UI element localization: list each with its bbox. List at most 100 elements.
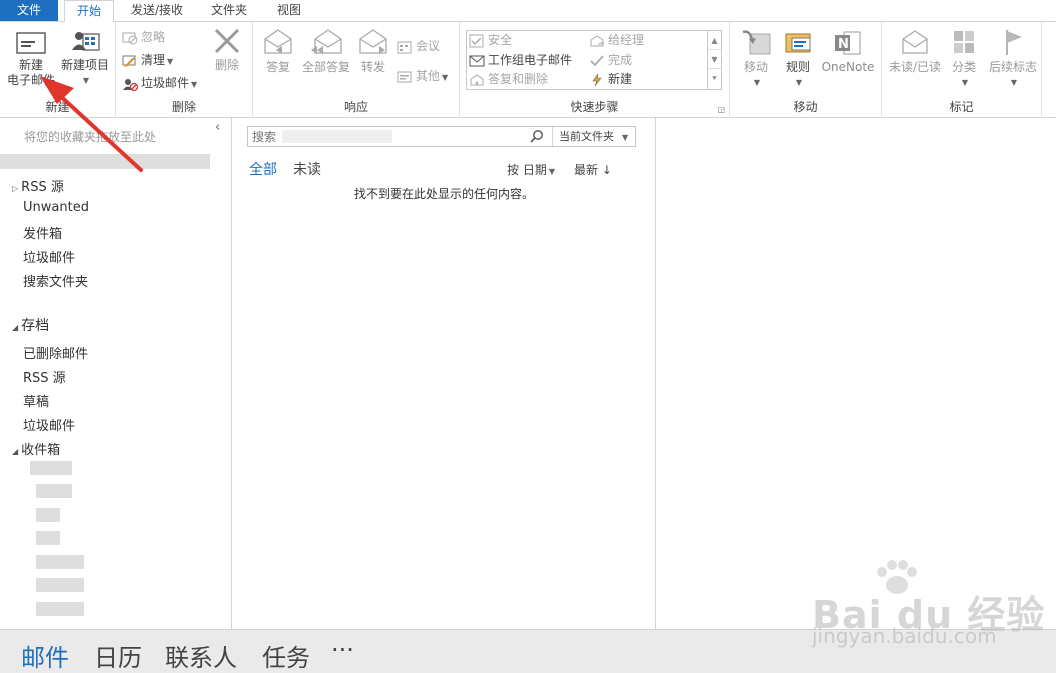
quick-step-new[interactable]: 新建 <box>589 70 632 88</box>
ribbon-group-move-label: 移动 <box>793 100 818 114</box>
onenote-button[interactable]: N OneNote <box>818 26 878 75</box>
sort-by-dropdown[interactable]: 按 日期 ▼ <box>507 161 555 178</box>
ribbon-group-delete-label: 删除 <box>171 100 196 114</box>
read-unread-icon <box>902 30 928 54</box>
read-unread-button[interactable]: 未读/已读 <box>884 26 946 75</box>
reply-label: 答复 <box>265 60 290 74</box>
archive-folder-header[interactable]: ◢ 存档 <box>12 315 49 335</box>
move-dropdown-icon: ▼ <box>753 78 761 87</box>
nav-contacts[interactable]: 联系人 <box>165 638 237 673</box>
collapse-icon[interactable]: ◢ <box>12 447 18 456</box>
quick-step-done[interactable]: 完成 <box>589 51 632 69</box>
folder-rss-feeds[interactable]: ▷ RSS 源 <box>12 176 64 195</box>
redacted-folder <box>36 484 72 498</box>
collapse-icon[interactable]: ◢ <box>12 323 18 332</box>
quick-steps-expand-icon[interactable]: ⯆ <box>708 69 721 88</box>
filter-unread-tab[interactable]: 未读 <box>293 159 321 179</box>
junk-icon <box>123 78 138 91</box>
archive-rss-feeds[interactable]: RSS 源 <box>23 367 66 386</box>
rules-button[interactable]: 规则 ▼ <box>778 26 818 90</box>
module-navigation-bar: 邮件 日历 联系人 任务 ··· <box>0 629 1056 673</box>
nav-calendar[interactable]: 日历 <box>94 638 142 673</box>
quick-steps-scrollbar[interactable]: ▲ ▼ ⯆ <box>707 31 721 89</box>
tab-file[interactable]: 文件 <box>0 0 58 21</box>
collapse-folder-pane-icon[interactable]: ‹ <box>215 120 220 135</box>
quick-steps-launcher-icon[interactable]: ◲ <box>717 105 725 114</box>
cleanup-button[interactable]: 清理 ▼ <box>122 51 173 69</box>
tab-view[interactable]: 视图 <box>266 0 312 21</box>
onenote-label: OneNote <box>821 60 875 74</box>
delete-button[interactable]: 删除 <box>206 26 248 73</box>
quick-step-safe[interactable]: 安全 <box>469 31 512 49</box>
quick-step-reply-delete[interactable]: 答复和删除 <box>469 70 548 88</box>
ribbon: 新建 电子邮件 新建项目 ▼ 新建 忽略 清理 ▼ 垃圾邮件 ▼ 删除 删除 答… <box>0 21 1056 118</box>
search-icon[interactable] <box>530 129 544 143</box>
ribbon-group-move: 移动 ▼ 规则 ▼ N OneNote 移动 <box>730 22 882 118</box>
move-label: 移动 <box>743 60 768 74</box>
archive-junk[interactable]: 垃圾邮件 <box>23 415 75 434</box>
read-unread-label: 未读/已读 <box>888 60 942 74</box>
new-items-button[interactable]: 新建项目 ▼ <box>58 26 112 88</box>
redacted-account-name <box>0 154 210 169</box>
filter-all-tab[interactable]: 全部 <box>249 159 277 179</box>
search-scope-dropdown[interactable]: 当前文件夹 ▼ <box>552 127 636 146</box>
nav-more-icon[interactable]: ··· <box>331 636 354 664</box>
redacted-folder <box>36 602 84 616</box>
flag-icon <box>1006 30 1022 55</box>
nav-mail[interactable]: 邮件 <box>21 638 69 673</box>
tab-home[interactable]: 开始 <box>64 0 114 22</box>
quick-step-team-email[interactable]: 工作组电子邮件 <box>469 51 572 69</box>
folder-unwanted[interactable]: Unwanted <box>23 200 89 215</box>
categorize-icon <box>954 31 974 53</box>
search-box[interactable]: 当前文件夹▼ <box>247 126 636 147</box>
meeting-button[interactable]: 会议 <box>397 37 440 55</box>
quick-steps-scroll-down-icon[interactable]: ▼ <box>708 50 721 69</box>
archive-drafts[interactable]: 草稿 <box>23 391 49 410</box>
follow-up-button[interactable]: 后续标志 ▼ <box>984 26 1042 90</box>
expand-icon[interactable]: ▷ <box>12 184 18 193</box>
onenote-icon: N <box>835 31 861 55</box>
tab-folder[interactable]: 文件夹 <box>200 0 258 21</box>
quick-step-to-manager[interactable]: 给经理 <box>589 31 644 49</box>
new-email-button[interactable]: 新建 电子邮件 <box>4 26 58 88</box>
quick-steps-gallery: 安全 给经理 工作组电子邮件 完成 答复和删除 新建 ▲ ▼ ⯆ <box>466 30 722 90</box>
more-respond-button[interactable]: 其他 ▼ <box>397 67 448 85</box>
inbox-folder-header[interactable]: ◢ 收件箱 <box>12 439 60 458</box>
ribbon-group-delete: 忽略 清理 ▼ 垃圾邮件 ▼ 删除 删除 <box>116 22 253 118</box>
categorize-label: 分类 <box>951 60 976 74</box>
empty-list-message: 找不到要在此处显示的任何内容。 <box>353 187 534 201</box>
redacted-folder <box>36 555 84 569</box>
quick-step-safe-icon <box>469 34 484 47</box>
follow-up-dropdown-icon: ▼ <box>1010 78 1018 87</box>
follow-up-label: 后续标志 <box>988 60 1037 74</box>
nav-tasks[interactable]: 任务 <box>262 638 310 673</box>
folder-outbox[interactable]: 发件箱 <box>23 223 62 242</box>
rules-label: 规则 <box>785 60 810 74</box>
new-items-label: 新建项目 <box>60 58 109 72</box>
sort-order-toggle[interactable]: 最新 ↓ <box>574 161 612 178</box>
delete-icon <box>214 28 240 54</box>
redacted-folder <box>36 578 84 592</box>
ribbon-tab-bar: 文件 开始 发送/接收 文件夹 视图 <box>0 0 1056 22</box>
ribbon-group-quick-steps-label: 快速步骤 <box>570 100 619 114</box>
reply-all-icon <box>311 29 342 54</box>
tab-send-receive[interactable]: 发送/接收 <box>120 0 194 21</box>
junk-dropdown-icon: ▼ <box>191 80 198 89</box>
junk-button[interactable]: 垃圾邮件 ▼ <box>122 74 197 92</box>
quick-step-done-icon <box>590 54 604 66</box>
ribbon-group-tags: 未读/已读 分类 ▼ 后续标志 ▼ 标记 <box>882 22 1042 118</box>
folder-junk[interactable]: 垃圾邮件 <box>23 247 75 266</box>
archive-deleted-items[interactable]: 已删除邮件 <box>23 343 88 362</box>
outlook-window: 文件 开始 发送/接收 文件夹 视图 新建 电子邮件 新建项目 ▼ 新建 忽略 … <box>0 0 1056 673</box>
reply-all-button[interactable]: 全部答复 <box>297 26 355 75</box>
ignore-button[interactable]: 忽略 <box>122 28 165 46</box>
ribbon-group-respond: 答复 全部答复 转发 会议 其他 ▼ 响应 <box>253 22 460 118</box>
categorize-button[interactable]: 分类 ▼ <box>946 26 982 90</box>
reply-button[interactable]: 答复 <box>259 26 297 75</box>
forward-button[interactable]: 转发 <box>355 26 391 75</box>
move-button[interactable]: 移动 ▼ <box>736 26 776 90</box>
folder-pane: 将您的收藏夹拖放至此处 ‹ ▷ RSS 源 Unwanted 发件箱 垃圾邮件 搜… <box>0 118 232 629</box>
folder-search-folders[interactable]: 搜索文件夹 <box>23 271 88 290</box>
quick-steps-scroll-up-icon[interactable]: ▲ <box>708 31 721 50</box>
reading-pane <box>656 118 1056 629</box>
